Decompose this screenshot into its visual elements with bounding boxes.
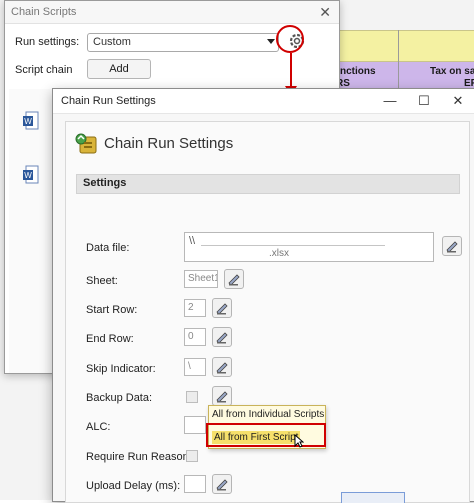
annotation-arrow-line [290,53,292,87]
upload-delay-edit-button[interactable] [212,474,232,494]
require-run-reason-checkbox[interactable] [186,450,198,462]
backup-data-label: Backup Data: [86,392,153,404]
menu-item-all-from-individual-scripts[interactable]: All from Individual Scripts [212,409,324,420]
run-settings-select[interactable]: Custom [87,33,279,52]
run-settings-label: Run settings: [15,36,80,48]
data-file-field[interactable]: \\ .xlsx [184,232,434,262]
dialog-heading: Chain Run Settings [104,135,234,152]
end-row-edit-button[interactable] [212,327,232,347]
maximize-icon[interactable]: ☐ [415,92,433,110]
window-title: Chain Run Settings [61,95,156,107]
pencil-edit-icon [216,479,228,491]
sheet-edit-button[interactable] [224,269,244,289]
svg-text:W: W [24,171,32,180]
skip-indicator-field[interactable]: \ [184,358,206,376]
pencil-edit-icon [216,332,228,344]
dialog-button-partial[interactable] [341,492,405,503]
skip-indicator-edit-button[interactable] [212,357,232,377]
word-document-icon: W [23,111,39,130]
alc-label: ALC: [86,421,111,433]
settings-section-header: Settings [76,174,460,194]
sheet-label: Sheet: [86,275,118,287]
mouse-cursor-icon [294,434,304,448]
chain-settings-icon [75,133,97,154]
pencil-edit-icon [228,274,240,286]
highlight-circle [276,25,304,53]
pencil-edit-icon [216,391,228,403]
run-settings-value: Custom [93,36,131,48]
start-row-label: Start Row: [86,304,138,316]
spreadsheet-header-cell: nctions [340,66,376,77]
chain-scripts-titlebar: Chain Scripts ✕ [5,1,339,24]
data-file-path: \\ [189,235,196,247]
window-title: Chain Scripts [11,6,77,18]
section-title: Settings [83,177,127,189]
skip-indicator-label: Skip Indicator: [86,363,156,375]
upload-delay-field[interactable] [184,475,206,493]
browse-file-button[interactable] [442,236,462,256]
end-row-field[interactable]: 0 [184,328,206,346]
end-row-label: End Row: [86,333,134,345]
redacted-path [201,245,385,246]
sheet-field[interactable]: Sheet1 [184,270,218,288]
chevron-down-icon [267,39,275,44]
start-row-edit-button[interactable] [212,298,232,318]
data-file-label: Data file: [86,242,130,254]
pencil-edit-icon [446,241,458,253]
spreadsheet-column-divider [398,30,399,96]
close-icon[interactable]: ✕ [319,4,331,21]
spreadsheet-header-cell: Tax on sa [430,66,474,77]
add-button[interactable]: Add [87,59,151,79]
backup-data-edit-button[interactable] [212,386,232,406]
word-document-icon: W [23,165,39,184]
minimize-icon[interactable]: — [381,92,399,110]
chain-run-settings-titlebar: Chain Run Settings — ☐ ✕ [53,89,474,114]
close-icon[interactable]: ✕ [449,92,467,110]
script-chain-label: Script chain [15,64,73,76]
pencil-edit-icon [216,303,228,315]
svg-text:W: W [24,117,32,126]
require-run-reason-label: Require Run Reason: [86,451,192,463]
data-file-extension: .xlsx [269,248,289,259]
start-row-field[interactable]: 2 [184,299,206,317]
pencil-edit-icon [216,362,228,374]
backup-data-checkbox[interactable] [186,391,198,403]
alc-field[interactable] [184,416,206,434]
upload-delay-label: Upload Delay (ms): [86,480,181,492]
highlight-box [206,423,326,447]
script-chain-list: W M W M [9,89,66,373]
